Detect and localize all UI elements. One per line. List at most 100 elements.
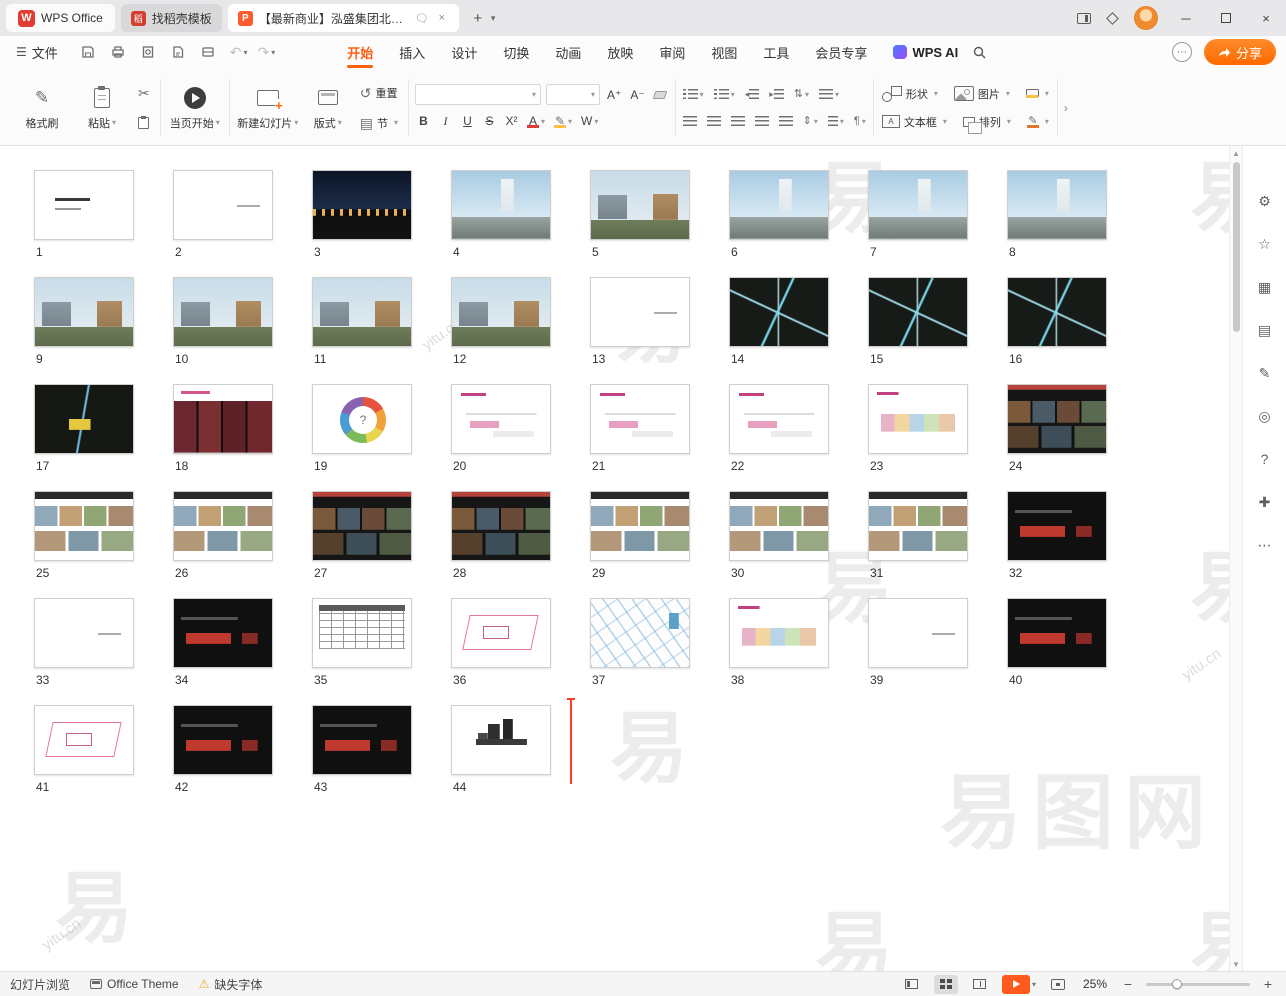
decrease-indent-button[interactable]: ◂ [742,84,763,104]
slide-sorter-view-button[interactable] [934,975,958,994]
numbering-button[interactable] [711,84,738,104]
user-avatar[interactable] [1134,6,1158,30]
app-tab[interactable]: W WPS Office [6,4,115,32]
slide-thumbnail[interactable] [34,598,134,668]
more-menu-icon[interactable]: ⋯ [1172,42,1192,62]
paragraph-settings-button[interactable]: ¶ [851,111,869,131]
tab-animation[interactable]: 动画 [543,36,593,68]
more-tools-icon[interactable]: ⋯ [1254,534,1276,556]
font-color-button[interactable]: A [525,111,547,131]
tab-close-icon[interactable]: × [435,12,449,24]
add-service-icon[interactable]: ✚ [1254,491,1276,513]
slide-thumbnail[interactable] [451,384,551,454]
theme-button[interactable]: Office Theme [90,977,179,991]
slide-thumbnail[interactable] [34,491,134,561]
text-direction-button[interactable]: ⇅ [791,84,812,104]
slide-thumbnail[interactable] [729,170,829,240]
slide-thumbnail[interactable] [729,491,829,561]
slide-thumbnail[interactable] [590,277,690,347]
reset-slide-button[interactable]: ↺重置 [356,82,402,104]
cut-button[interactable]: ✂ [134,82,154,104]
scan-icon[interactable] [196,40,220,64]
increase-indent-button[interactable]: ▸ [766,84,787,104]
superscript-button[interactable]: X² [503,111,520,131]
tab-insert[interactable]: 插入 [387,36,437,68]
scroll-down-icon[interactable]: ▼ [1232,957,1240,971]
zoom-in-button[interactable]: + [1260,976,1276,992]
slide-thumbnail[interactable] [312,384,412,454]
align-left-button[interactable] [680,111,700,131]
resources-icon[interactable]: ▦ [1254,276,1276,298]
fit-window-button[interactable] [1046,975,1070,994]
decrease-font-button[interactable]: A⁻ [628,85,646,105]
font-size-select[interactable] [546,84,600,105]
slide-thumbnail[interactable] [1007,384,1107,454]
doc-tab-docer[interactable]: 稻 找稻壳模板 [121,4,222,32]
increase-font-button[interactable]: A⁺ [605,85,623,105]
scrollbar-thumb[interactable] [1233,162,1240,332]
font-family-select[interactable] [415,84,541,105]
slide-thumbnail[interactable] [312,491,412,561]
slide-layout-button[interactable]: 版式 [304,75,352,141]
align-right-button[interactable] [728,111,748,131]
reading-view-button[interactable] [968,975,992,994]
export-pdf-icon[interactable] [166,40,190,64]
tab-view[interactable]: 视图 [699,36,749,68]
slide-thumbnail[interactable] [868,384,968,454]
slide-thumbnail[interactable] [451,598,551,668]
annotate-icon[interactable]: ✎ [1254,362,1276,384]
zoom-slider-thumb[interactable] [1172,979,1182,989]
tab-review[interactable]: 审阅 [647,36,697,68]
distribute-button[interactable] [776,111,796,131]
columns-button[interactable] [825,111,847,131]
slideshow-play-caret-icon[interactable]: ▾ [1032,980,1036,989]
slide-thumbnail[interactable] [590,491,690,561]
slide-thumbnail[interactable] [1007,277,1107,347]
slide-thumbnail[interactable] [451,277,551,347]
scroll-up-icon[interactable]: ▲ [1232,146,1240,160]
bold-button[interactable]: B [415,111,432,131]
tab-home[interactable]: 开始 [335,36,385,68]
redo-caret-icon[interactable]: ▾ [271,48,275,57]
share-button[interactable]: 分享 [1204,39,1276,65]
redo-icon[interactable]: ↷ [256,44,272,61]
slide-thumbnail[interactable] [312,277,412,347]
file-menu-button[interactable]: ☰ 文件 [10,43,64,62]
tab-slideshow[interactable]: 放映 [595,36,645,68]
slide-thumbnail[interactable] [173,277,273,347]
tab-design[interactable]: 设计 [439,36,489,68]
ribbon-expand-button[interactable]: › [1058,73,1074,142]
italic-button[interactable]: I [437,111,454,131]
slide-thumbnail[interactable] [729,384,829,454]
slide-thumbnail[interactable] [173,705,273,775]
zoom-slider[interactable] [1146,977,1250,991]
highlight-color-button[interactable]: ✎ [552,111,574,131]
minimize-button[interactable]: ─ [1166,0,1206,36]
slide-thumbnail[interactable] [1007,491,1107,561]
bullets-button[interactable] [680,84,707,104]
wps-ai-button[interactable]: WPS AI [893,45,958,60]
undo-icon[interactable]: ↶ [228,44,244,61]
slide-thumbnail[interactable] [868,170,968,240]
play-from-current-button[interactable]: 当页开始 [167,75,223,141]
section-button[interactable]: ▤节 [356,112,402,134]
slide-thumbnail[interactable] [590,384,690,454]
fill-color-button[interactable] [1022,83,1053,105]
align-center-button[interactable] [704,111,724,131]
slide-thumbnail[interactable] [34,705,134,775]
undo-caret-icon[interactable]: ▾ [244,48,248,57]
slide-thumbnail[interactable] [451,491,551,561]
tab-list-caret-icon[interactable]: ▾ [491,13,496,24]
outline-color-button[interactable]: ✎ [1023,111,1053,133]
new-slide-button[interactable]: 新建幻灯片 [236,75,300,141]
slide-thumbnail[interactable] [451,705,551,775]
slide-thumbnail[interactable] [312,598,412,668]
search-icon[interactable] [972,45,987,60]
maximize-button[interactable] [1206,0,1246,36]
slide-thumbnail[interactable] [173,491,273,561]
record-icon[interactable]: ◎ [1254,405,1276,427]
slide-thumbnail[interactable] [590,170,690,240]
format-painter-button[interactable]: ✎ 格式刷 [14,75,70,141]
paste-button[interactable]: 粘贴 [74,75,130,141]
paste-special-button[interactable] [134,112,154,134]
